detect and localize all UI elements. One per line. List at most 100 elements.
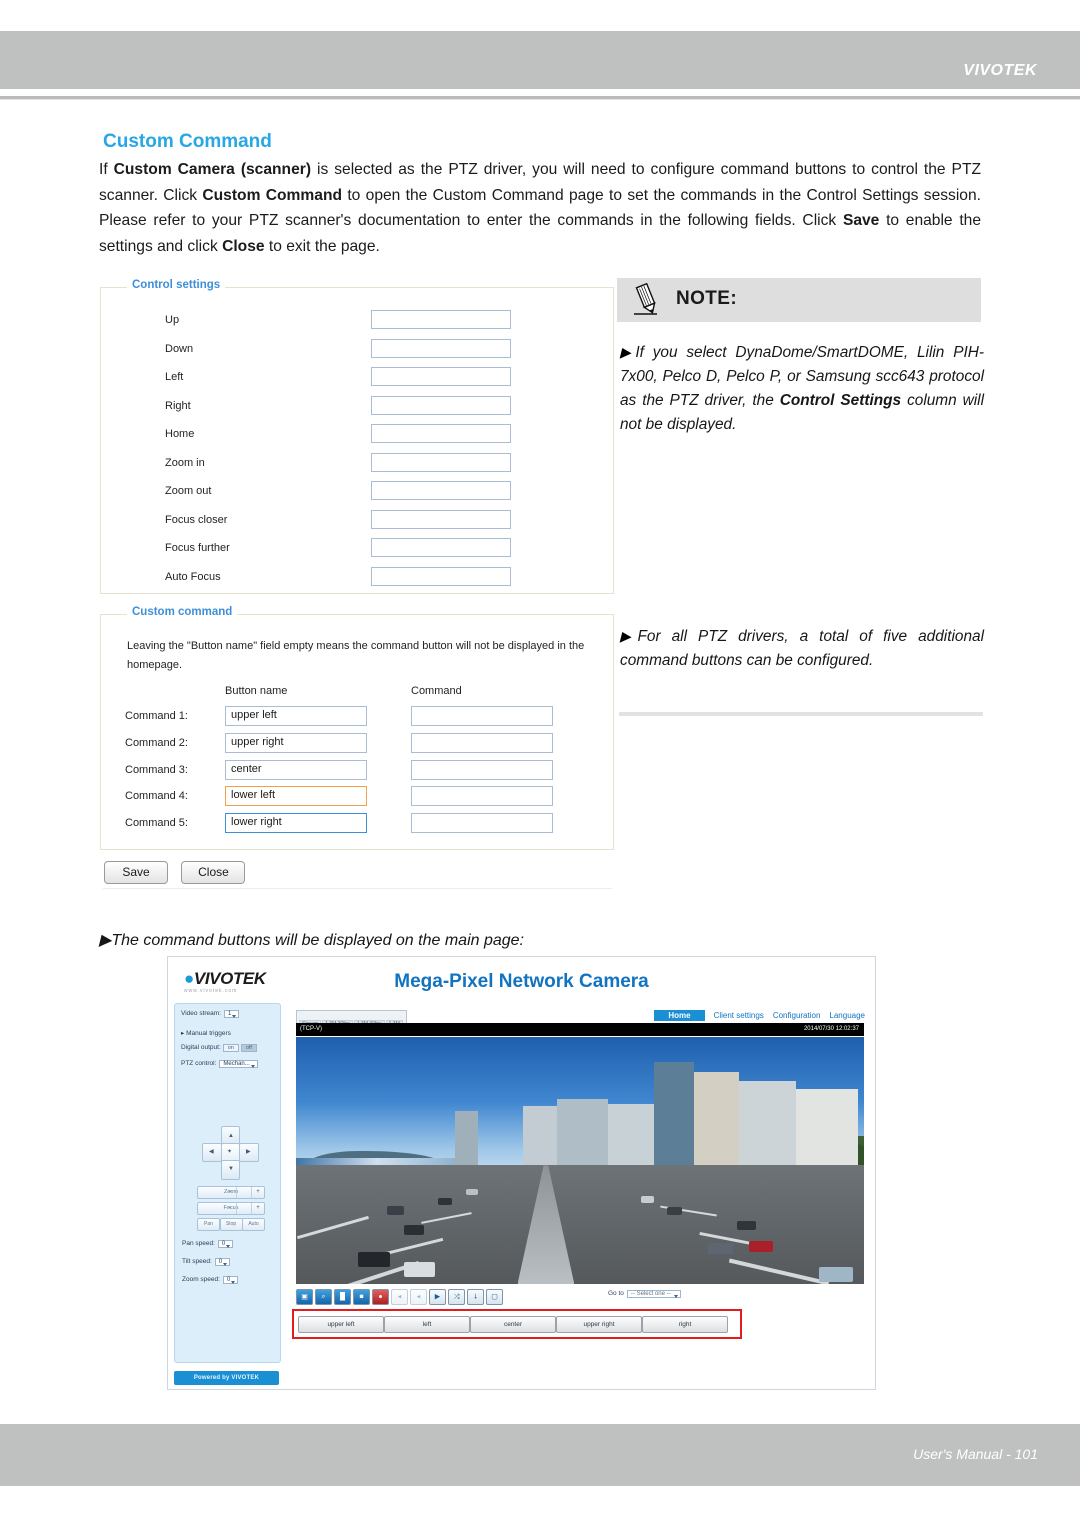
- command-input[interactable]: [411, 813, 553, 834]
- ptz-right-button[interactable]: ▶: [239, 1143, 259, 1162]
- scene-vehicle: [641, 1196, 654, 1203]
- camera-nav-tab-client-settings[interactable]: Client settings: [714, 1011, 764, 1020]
- scene-vehicle: [736, 1220, 757, 1230]
- camera-command-button-upper-left[interactable]: upper left: [298, 1316, 384, 1333]
- command-input[interactable]: [411, 732, 553, 753]
- control-setting-input[interactable]: [371, 310, 511, 329]
- ptz-icon[interactable]: ⤨: [448, 1289, 465, 1305]
- scene-building: [693, 1071, 740, 1181]
- footer-page-label: User's Manual - 101: [913, 1446, 1038, 1462]
- ptz-down-button[interactable]: ▼: [221, 1160, 240, 1180]
- control-setting-label: Auto Focus: [165, 570, 221, 583]
- digital-output-row[interactable]: Digital output: on off: [181, 1044, 257, 1052]
- fullscreen-icon[interactable]: ▢: [486, 1289, 503, 1305]
- note-title: NOTE:: [676, 288, 738, 309]
- command-input[interactable]: [411, 759, 553, 780]
- page-title: Custom Command: [103, 131, 272, 152]
- control-setting-row: Down: [101, 338, 613, 368]
- tilt-speed-row[interactable]: Tilt speed: 0: [182, 1258, 231, 1266]
- control-setting-input[interactable]: [371, 338, 511, 358]
- control-setting-row: Focus further: [101, 538, 613, 567]
- custom-command-row-label: Command 2:: [125, 736, 188, 749]
- control-settings-legend: Control settings: [127, 279, 226, 291]
- camera-nav-tab-language[interactable]: Language: [829, 1011, 865, 1020]
- goto-preset-row[interactable]: Go to -- Select one --: [608, 1290, 681, 1298]
- control-setting-input[interactable]: [371, 509, 511, 529]
- video-stream-view[interactable]: [296, 1037, 864, 1284]
- focus-control-bar[interactable]: − Focus +: [197, 1202, 265, 1215]
- control-setting-input[interactable]: [371, 367, 511, 386]
- talk-icon[interactable]: ⭣: [467, 1289, 484, 1305]
- form-bottom-divider: [103, 888, 612, 889]
- goto-label: Go to: [608, 1290, 624, 1297]
- page-top-margin: [0, 0, 1080, 31]
- mute-icon[interactable]: ◂: [410, 1289, 427, 1305]
- button-name-input[interactable]: center: [225, 759, 367, 780]
- zoom-control-bar[interactable]: − Zoom +: [197, 1186, 265, 1199]
- pause-icon[interactable]: ▐▌: [334, 1289, 351, 1305]
- digital-output-on-button[interactable]: on: [222, 1044, 239, 1052]
- zoom-out-button[interactable]: −: [224, 1187, 237, 1198]
- focus-near-button[interactable]: −: [224, 1203, 237, 1214]
- button-name-input[interactable]: lower right: [225, 813, 367, 834]
- ptz-direction-pad[interactable]: ▲ ◀ ✦ ▶ ▼: [202, 1126, 259, 1180]
- tilt-speed-select[interactable]: 0: [214, 1258, 231, 1266]
- header-divider-light: [0, 99, 1080, 100]
- camera-nav-tab-home[interactable]: Home: [654, 1010, 705, 1021]
- scene-vehicle: [708, 1243, 734, 1255]
- control-setting-input[interactable]: [371, 452, 511, 472]
- main-page-caption: ▶The command buttons will be displayed o…: [99, 930, 524, 950]
- control-setting-input[interactable]: [371, 481, 511, 500]
- command-input[interactable]: [411, 786, 553, 807]
- focus-far-button[interactable]: +: [251, 1203, 264, 1214]
- control-setting-input[interactable]: [371, 538, 511, 557]
- camera-command-button-right[interactable]: right: [642, 1316, 728, 1333]
- ptz-control-select[interactable]: Mechan...: [219, 1060, 258, 1068]
- button-name-input[interactable]: lower left: [225, 786, 367, 807]
- button-name-input[interactable]: upper left: [225, 706, 367, 726]
- camera-nav-tab-configuration[interactable]: Configuration: [773, 1011, 821, 1020]
- video-playback-toolbar: ▣ ⌕ ▐▌ ■ ● ◂ ◂ ▶ ⤨ ⭣ ▢ Go to -- Select one --: [296, 1288, 864, 1308]
- pan-speed-select[interactable]: 0: [217, 1240, 234, 1248]
- control-setting-input[interactable]: [371, 566, 511, 586]
- ptz-pan-stop-auto-group[interactable]: Pan Stop Auto: [197, 1218, 265, 1231]
- camera-command-button-upper-right[interactable]: upper right: [556, 1316, 642, 1333]
- scene-vehicle: [358, 1251, 390, 1267]
- ptz-pan-button[interactable]: Pan: [197, 1218, 220, 1231]
- camera-command-button-left[interactable]: left: [384, 1316, 470, 1333]
- camera-page-title: Mega-Pixel Network Camera: [394, 971, 649, 992]
- command-input[interactable]: [411, 706, 553, 726]
- video-stream-selector-row[interactable]: Video stream: 1: [181, 1010, 240, 1018]
- zoom-icon[interactable]: ⌕: [315, 1289, 332, 1305]
- ptz-stop-button[interactable]: Stop: [219, 1218, 243, 1231]
- scene-vehicle: [403, 1224, 425, 1235]
- pan-speed-row[interactable]: Pan speed: 0: [182, 1240, 234, 1248]
- ptz-control-row[interactable]: PTZ control: Mechan...: [181, 1060, 258, 1068]
- button-name-input[interactable]: upper right: [225, 732, 367, 753]
- zoom-in-button[interactable]: +: [251, 1187, 264, 1198]
- zoom-speed-row[interactable]: Zoom speed: 0: [182, 1276, 239, 1284]
- control-setting-input[interactable]: [371, 424, 511, 443]
- close-button[interactable]: Close: [181, 861, 246, 884]
- custom-command-row-label: Command 4:: [125, 790, 188, 803]
- snapshot-icon[interactable]: ▣: [296, 1289, 313, 1305]
- ptz-auto-button[interactable]: Auto: [242, 1218, 265, 1231]
- digital-output-off-button[interactable]: off: [240, 1044, 257, 1052]
- manual-trigger-expand-icon[interactable]: ▸: [181, 1030, 184, 1037]
- play-icon[interactable]: ▶: [429, 1289, 446, 1305]
- stop-icon[interactable]: ■: [353, 1289, 370, 1305]
- control-setting-input[interactable]: [371, 395, 511, 415]
- custom-command-row-label: Command 5:: [125, 817, 188, 830]
- save-button[interactable]: Save: [104, 861, 168, 884]
- volume-icon[interactable]: ◂: [391, 1289, 408, 1305]
- goto-preset-select[interactable]: -- Select one --: [626, 1290, 681, 1298]
- record-icon[interactable]: ●: [372, 1289, 389, 1305]
- control-setting-label: Focus further: [165, 542, 230, 554]
- toolbar-icon-group: ▣ ⌕ ▐▌ ■ ● ◂ ◂ ▶ ⤨ ⭣ ▢: [296, 1289, 505, 1307]
- ptz-left-button[interactable]: ◀: [202, 1143, 222, 1162]
- video-stream-select[interactable]: 1: [223, 1010, 240, 1018]
- control-setting-row: Left: [101, 367, 613, 396]
- manual-trigger-row[interactable]: ▸ Manual triggers: [181, 1029, 231, 1037]
- camera-command-button-center[interactable]: center: [470, 1316, 556, 1333]
- zoom-speed-select[interactable]: 0: [222, 1276, 239, 1284]
